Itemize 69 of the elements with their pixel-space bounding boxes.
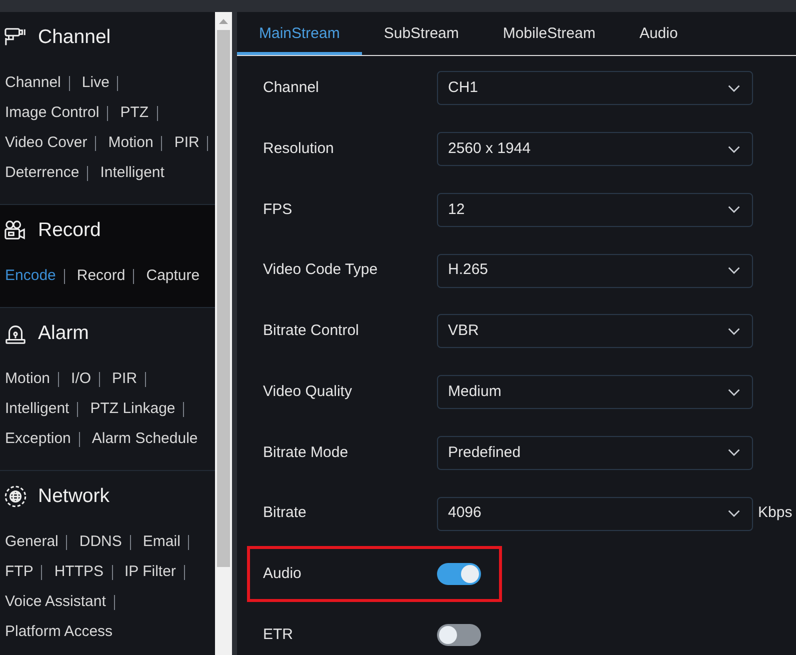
section-title: Network	[38, 484, 110, 509]
toggle-switch[interactable]	[437, 624, 481, 646]
field-label: Video Quality	[263, 382, 353, 402]
toggle-switch[interactable]	[437, 563, 481, 586]
dropdown[interactable]: 12	[437, 192, 753, 227]
sidebar-link[interactable]: PTZ	[120, 104, 149, 122]
sidebar-link[interactable]: Intelligent	[5, 400, 70, 418]
chevron-down-icon	[728, 449, 740, 456]
sidebar-link[interactable]: I/O	[71, 370, 92, 388]
sidebar-link[interactable]: DDNS	[79, 533, 122, 551]
sidebar-link[interactable]: Encode	[5, 267, 56, 285]
scrollbar-thumb[interactable]	[217, 30, 230, 567]
video-camera-icon	[4, 218, 27, 242]
chevron-down-icon	[728, 206, 740, 214]
section-title: Channel	[38, 25, 111, 50]
field-label: Bitrate Control	[263, 321, 360, 342]
chevron-down-icon	[728, 146, 740, 153]
sidebar-link[interactable]: Platform Access	[5, 623, 113, 641]
tab[interactable]: MobileStream	[480, 12, 618, 55]
sidebar-link[interactable]: PIR	[174, 134, 200, 152]
field-label: Bitrate Mode	[263, 442, 350, 463]
dropdown[interactable]: H.265	[437, 254, 753, 288]
sidebar-link[interactable]: Channel	[5, 74, 61, 92]
section-title: Alarm	[38, 321, 89, 346]
sidebar-link[interactable]: Alarm Schedule	[92, 430, 198, 448]
sidebar-link[interactable]: Exception	[5, 430, 71, 448]
sidebar-link[interactable]: Email	[142, 533, 180, 551]
chevron-down-icon	[728, 267, 740, 274]
field-label: Resolution	[263, 138, 335, 159]
dropdown[interactable]: CH1	[437, 71, 753, 106]
sidebar-link[interactable]: HTTPS	[54, 563, 104, 581]
sidebar-link[interactable]: FTP	[5, 563, 34, 581]
globe-icon	[4, 484, 27, 508]
unit-label: Kbps	[758, 503, 792, 524]
tab[interactable]: Audio	[617, 12, 700, 55]
dropdown[interactable]: 4096	[437, 496, 753, 531]
field-label: Video Code Type	[263, 260, 379, 280]
section-title: Record	[38, 218, 101, 243]
chevron-down-icon	[728, 510, 740, 518]
field-label: FPS	[263, 200, 294, 220]
field-label: Channel	[263, 78, 320, 98]
scroll-up-arrow-icon[interactable]	[219, 19, 228, 24]
sidebar-link[interactable]: Capture	[146, 267, 200, 285]
sidebar-link[interactable]: PTZ Linkage	[90, 400, 176, 418]
sidebar-link[interactable]: Video Cover	[5, 134, 88, 152]
scrollbar[interactable]	[215, 12, 232, 655]
sidebar-link[interactable]: Deterrence	[5, 164, 80, 182]
field-label: Audio	[263, 564, 302, 584]
sidebar-link[interactable]: Live	[82, 74, 110, 92]
sidebar-link[interactable]: Image Control	[5, 104, 100, 122]
dropdown[interactable]: VBR	[437, 314, 753, 348]
dropdown[interactable]: 2560 x 1944	[437, 132, 753, 166]
tab[interactable]: MainStream	[237, 12, 362, 55]
sidebar-link[interactable]: Motion	[108, 134, 154, 152]
tab[interactable]: SubStream	[362, 12, 481, 55]
chevron-down-icon	[728, 388, 740, 396]
dropdown[interactable]: Predefined	[437, 436, 753, 470]
chevron-down-icon	[728, 328, 740, 335]
sidebar-link[interactable]: Motion	[5, 370, 50, 388]
field-label: Bitrate	[263, 503, 308, 524]
field-label: ETR	[263, 624, 294, 645]
sidebar-link[interactable]: Voice Assistant	[5, 593, 106, 611]
sidebar-link[interactable]: PIR	[112, 370, 138, 388]
chevron-down-icon	[728, 84, 740, 92]
sidebar-link[interactable]: IP Filter	[124, 563, 176, 581]
sidebar-link[interactable]: Intelligent	[100, 164, 164, 182]
sidebar-link[interactable]: General	[5, 533, 58, 551]
sidebar-link[interactable]: Record	[76, 267, 126, 285]
dropdown[interactable]: Medium	[437, 375, 753, 410]
